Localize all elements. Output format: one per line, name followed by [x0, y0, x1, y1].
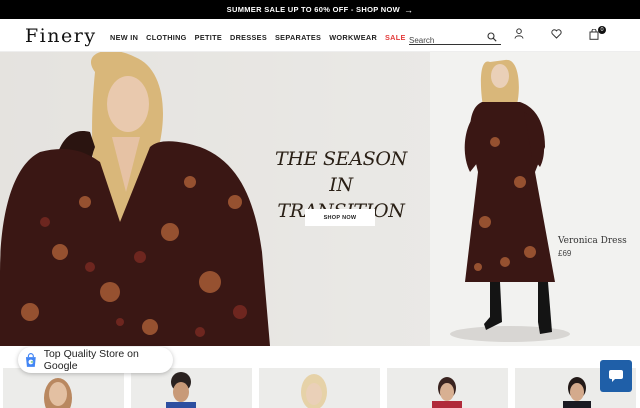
product-card[interactable]	[259, 368, 380, 408]
promo-bar[interactable]: SUMMER SALE UP TO 60% OFF - SHOP NOW →	[0, 0, 640, 19]
search-box	[409, 30, 501, 45]
hero-title-line-1: THE SEASON IN	[275, 148, 407, 196]
nav-sale[interactable]: SALE	[385, 33, 406, 42]
search-input[interactable]	[409, 34, 479, 45]
google-shopping-icon	[25, 352, 36, 367]
promo-text[interactable]: SUMMER SALE UP TO 60% OFF - SHOP NOW	[227, 5, 400, 14]
nav-dresses[interactable]: DRESSES	[230, 33, 267, 42]
product-thumbnail	[44, 378, 72, 408]
product-price: £69	[558, 249, 572, 258]
arrow-right-icon: →	[404, 4, 414, 15]
hero-banner[interactable]: THE SEASON IN TRANSITION SHOP NOW Veroni…	[0, 52, 640, 346]
main-nav: NEW IN CLOTHING PETITE DRESSES SEPARATES…	[110, 33, 406, 42]
google-trust-badge[interactable]: Top Quality Store on Google	[18, 347, 173, 373]
product-card[interactable]	[387, 368, 508, 408]
bag-count-badge: 0	[598, 26, 606, 34]
nav-petite[interactable]: PETITE	[195, 33, 222, 42]
nav-workwear[interactable]: WORKWEAR	[329, 33, 377, 42]
nav-new-in[interactable]: NEW IN	[110, 33, 138, 42]
product-card[interactable]	[131, 368, 252, 408]
logo[interactable]: Finery	[25, 25, 97, 47]
chat-icon	[609, 370, 623, 382]
product-card[interactable]	[3, 368, 124, 408]
account-icon[interactable]	[514, 28, 524, 39]
product-name[interactable]: Veronica Dress	[558, 236, 627, 246]
chat-button[interactable]	[600, 360, 632, 392]
site-header: Finery NEW IN CLOTHING PETITE DRESSES SE…	[0, 19, 640, 52]
shop-now-button[interactable]: SHOP NOW	[305, 209, 375, 226]
badge-text-main: Top Quality Store	[43, 348, 125, 360]
badge-text: Top Quality Store on Google	[44, 348, 173, 372]
nav-clothing[interactable]: CLOTHING	[146, 33, 187, 42]
nav-separates[interactable]: SEPARATES	[275, 33, 321, 42]
search-icon[interactable]	[487, 32, 497, 42]
product-thumbnail	[301, 374, 327, 408]
product-thumbnail	[432, 377, 462, 408]
product-thumbnail	[166, 372, 196, 408]
heart-icon[interactable]	[551, 29, 562, 39]
